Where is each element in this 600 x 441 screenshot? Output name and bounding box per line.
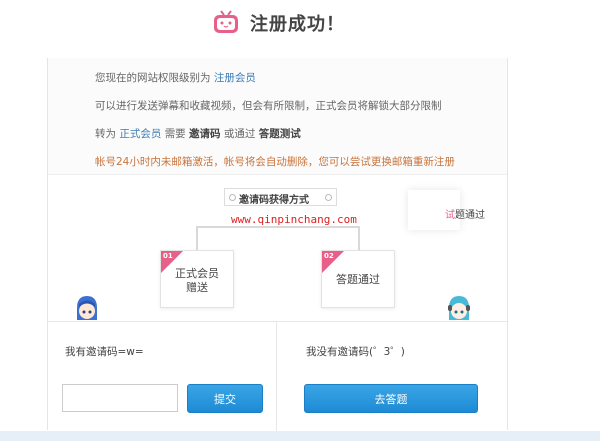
submit-button[interactable]: 提交 (187, 384, 263, 413)
formal-member-text: 正式会员 (119, 128, 162, 140)
have-invite-code-title: 我有邀请码=w= (65, 346, 144, 358)
permission-info: 您现在的网站权限级别为 注册会员 可以进行发送弹幕和收藏视频，但会有所限制，正式… (48, 58, 507, 175)
flow-node-gift: 01 正式会员 赠送 (160, 250, 234, 308)
node-number: 02 (324, 252, 334, 260)
node-label: 正式会员 赠送 (161, 267, 233, 295)
action-panel: 我有邀请码=w= 提交 我没有邀请码(゜3゜) 去答题 (48, 321, 507, 431)
bullet-icon (325, 194, 332, 201)
invite-code-text: 邀请码 (189, 128, 221, 140)
page-bottom-strip (0, 431, 600, 441)
registration-card: 您现在的网站权限级别为 注册会员 可以进行发送弹幕和收藏视频，但会有所限制，正式… (47, 58, 508, 431)
registration-success-page: 注册成功！ 您现在的网站权限级别为 注册会员 可以进行发送弹幕和收藏视频，但会有… (0, 0, 600, 441)
bullet-icon (229, 194, 236, 201)
permission-description: 可以进行发送弹幕和收藏视频，但会有所限制，正式会员将解锁大部分限制 (95, 100, 442, 112)
tv-mascot-icon (214, 10, 238, 33)
header: 注册成功！ (0, 0, 600, 58)
left-mascot-icon (77, 296, 97, 320)
permission-level-value: 注册会员 (213, 72, 256, 84)
quiz-pass-note: 试题通过 (445, 206, 485, 221)
page-title: 注册成功！ (250, 14, 345, 35)
go-to-quiz-button[interactable]: 去答题 (304, 384, 478, 413)
upgrade-requirement-line: 转为 正式会员 需要 邀请码 或通过 答题测试 (95, 126, 301, 141)
watermark-text: www.qinpinchang.com (231, 213, 357, 226)
right-mascot-icon (448, 296, 470, 320)
no-invite-code-section: 我没有邀请码(゜3゜) 去答题 (277, 322, 507, 431)
node-number: 01 (163, 252, 173, 260)
flow-node-quiz: 02 答题通过 (321, 250, 395, 308)
node-label-line1: 答题通过 (336, 273, 380, 286)
flow-title-box: 邀请码获得方式 (224, 188, 337, 206)
quiz-pass-note-text: 题通过 (455, 210, 485, 221)
upgrade-need-text: 需要 (164, 128, 186, 140)
upgrade-or-text: 或通过 (223, 128, 256, 140)
have-invite-code-section: 我有邀请码=w= 提交 (48, 322, 277, 431)
permission-level-line: 您现在的网站权限级别为 注册会员 (95, 70, 256, 85)
permission-level-prefix: 您现在的网站权限级别为 (95, 72, 211, 84)
node-label-line1: 正式会员 (175, 267, 219, 280)
quiz-test-text: 答题测试 (258, 128, 301, 140)
flow-connector (196, 226, 360, 228)
flow-title: 邀请码获得方式 (239, 195, 309, 206)
quiz-pass-note-pink: 试 (445, 210, 455, 221)
activation-warning: 帐号24小时内未邮箱激活，帐号将会自动删除，您可以尝试更换邮箱重新注册 (95, 156, 455, 168)
invite-code-flow: 邀请码获得方式 www.qinpinchang.com 试题通过 01 正式会员… (48, 176, 507, 321)
no-invite-code-title: 我没有邀请码(゜3゜) (306, 346, 405, 358)
upgrade-prefix: 转为 (95, 128, 116, 140)
node-label-line2: 赠送 (186, 281, 208, 294)
node-label: 答题通过 (322, 273, 394, 287)
invite-code-input[interactable] (62, 384, 178, 412)
